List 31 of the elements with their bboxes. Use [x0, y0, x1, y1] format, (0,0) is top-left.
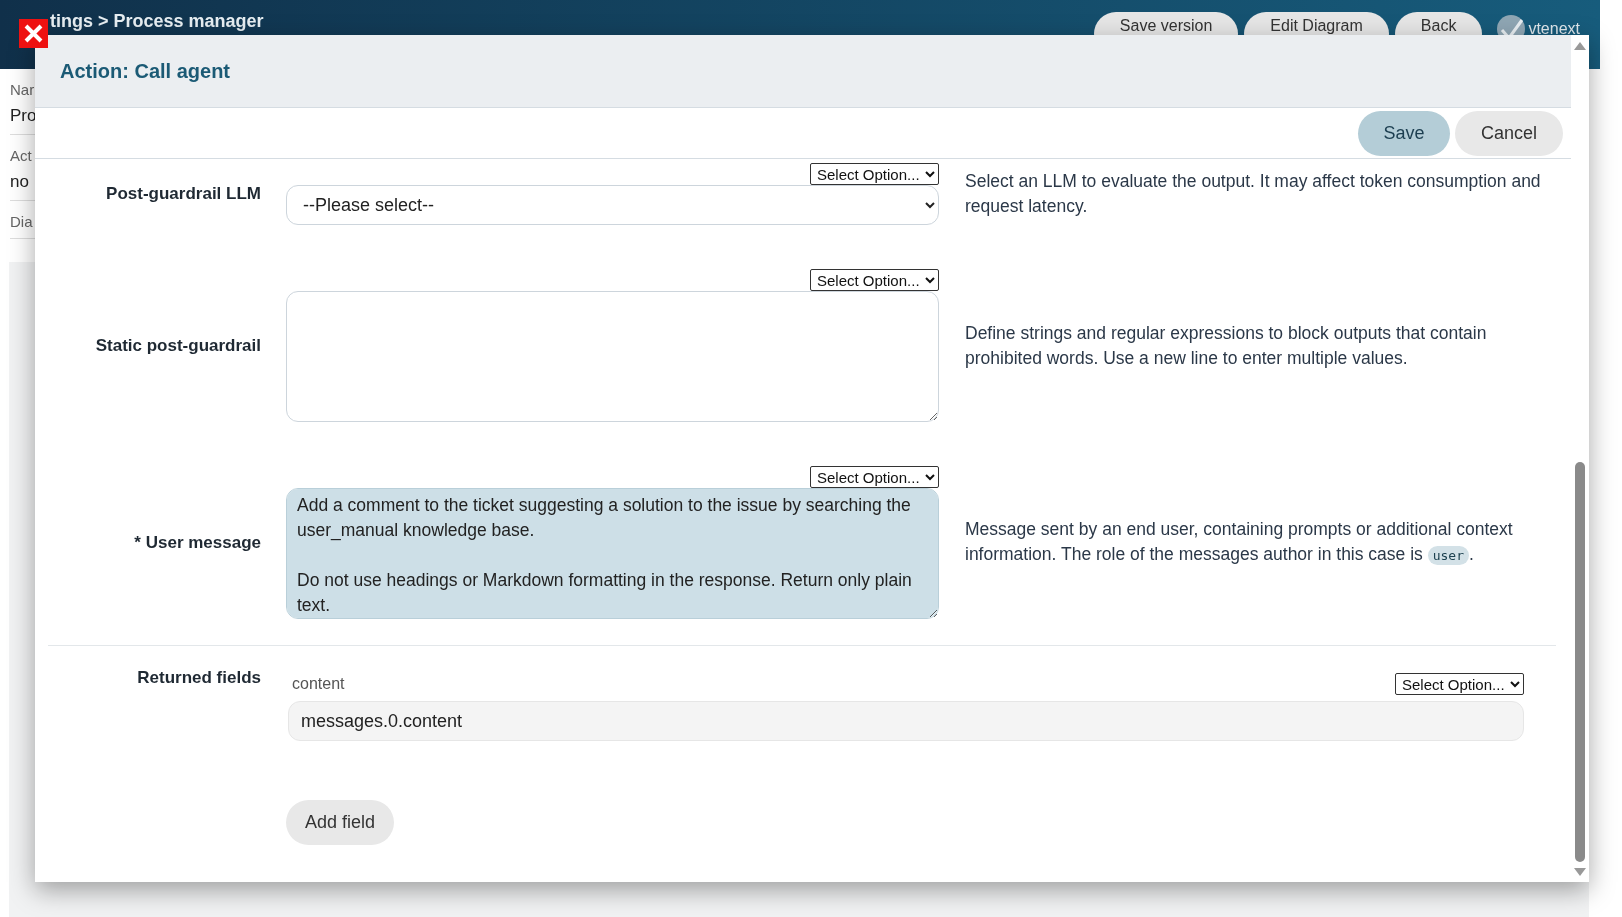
help-text: Message sent by an end user, containing prompts or additional context information. The role of the messages author in this case is user .: [965, 518, 1514, 567]
help-text: Select an LLM to evaluate the output. It may affect token consumption and request latency.: [965, 170, 1542, 218]
field-label: * User message: [133, 532, 261, 553]
close-icon[interactable]: [19, 19, 48, 48]
breadcrumb: tings > Process manager: [50, 11, 264, 32]
scroll-down-icon[interactable]: [1574, 868, 1586, 876]
scrollbar[interactable]: [1571, 36, 1589, 882]
field-label: Act: [10, 147, 33, 164]
dialog-title: Action: Call agent: [60, 59, 230, 83]
input-field[interactable]: messages.0.content: [288, 701, 1524, 741]
field-label: Dia: [10, 213, 34, 230]
scroll-thumb[interactable]: [1575, 462, 1585, 862]
cancel-button[interactable]: Cancel: [1455, 110, 1563, 156]
field-name: content: [292, 675, 345, 693]
help-text: Define strings and regular expressions to block outputs that contain prohibited words. Use a new line to enter multiple values.: [965, 321, 1488, 370]
option-select[interactable]: Select Option...: [810, 163, 939, 185]
field-label: Static post-guardrail: [94, 335, 261, 356]
option-select[interactable]: Select Option...: [810, 269, 939, 291]
field-label: Nar: [10, 81, 36, 98]
select-field[interactable]: --Please select--: [286, 185, 939, 225]
scroll-up-icon[interactable]: [1574, 42, 1586, 50]
field-value: no: [10, 172, 30, 192]
field-label: Returned fields: [136, 668, 261, 688]
field-label: Post-guardrail LLM: [105, 184, 261, 204]
add-field-button[interactable]: Add field: [286, 800, 394, 845]
field-value: Pro: [10, 106, 38, 126]
option-select[interactable]: Select Option...: [1395, 673, 1524, 695]
option-select[interactable]: Select Option...: [810, 466, 939, 488]
save-button[interactable]: Save: [1358, 110, 1450, 156]
logo-text: vtenext: [1528, 20, 1580, 38]
text-area[interactable]: Add a comment to the ticket suggesting a solution to the issue by searching the user_manual knowledge base. Do not use headings or Markdown formatting in the response. Return only plain text.: [286, 488, 939, 619]
